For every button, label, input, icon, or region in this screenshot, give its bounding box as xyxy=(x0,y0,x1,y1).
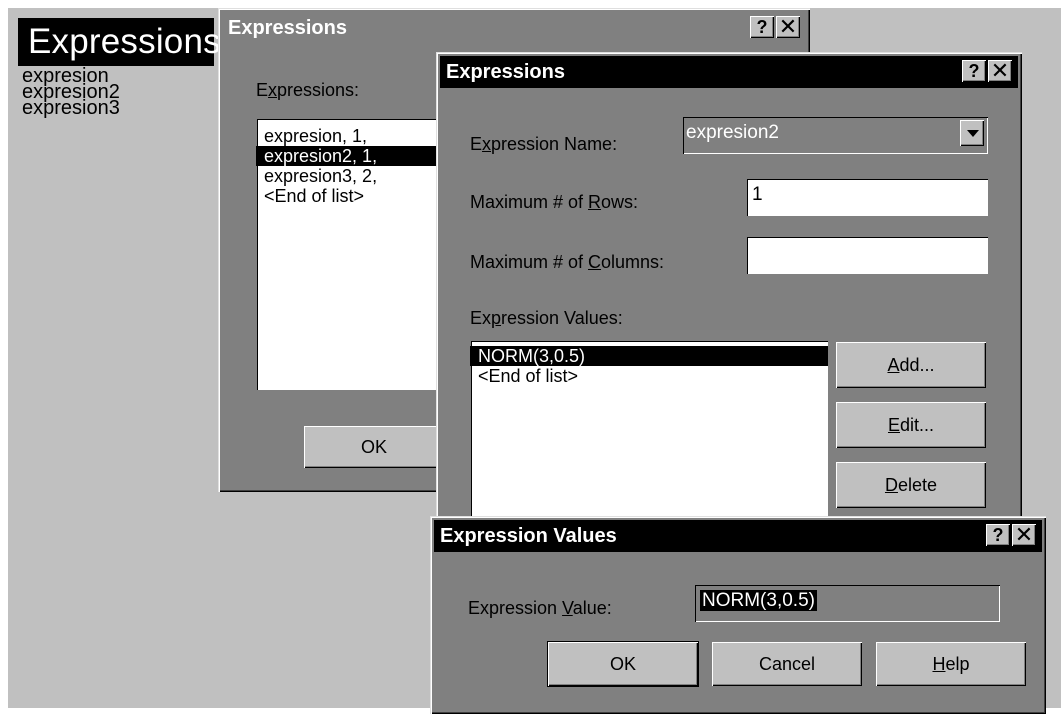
expression-values-dialog: Expression Values ? ✕ Expression Value: … xyxy=(430,516,1046,714)
dialog-title: Expressions xyxy=(228,17,347,39)
list-item[interactable]: expresion3, 2, xyxy=(256,166,446,186)
expression-value-label: Expression Value: xyxy=(468,598,612,618)
close-icon[interactable]: ✕ xyxy=(988,60,1012,82)
expression-name-label: Expression Name: xyxy=(470,134,618,154)
help-icon[interactable]: ? xyxy=(986,524,1010,546)
module-list: expresion expresion2 expresion3 xyxy=(22,66,120,118)
help-button[interactable]: Help xyxy=(876,642,1026,686)
dialog-titlebar[interactable]: Expressions ? ✕ xyxy=(222,12,806,44)
help-icon[interactable]: ? xyxy=(962,60,986,82)
chevron-down-icon[interactable] xyxy=(960,120,984,146)
expressions-listbox[interactable]: expresion, 1, expresion2, 1, expresion3,… xyxy=(256,118,446,390)
max-rows-input[interactable]: 1 xyxy=(746,178,988,216)
expression-values-label: Expression Values: xyxy=(470,308,623,328)
add-button[interactable]: Add... xyxy=(836,342,986,388)
cancel-button[interactable]: Cancel xyxy=(712,642,862,686)
dialog-titlebar[interactable]: Expressions ? ✕ xyxy=(440,56,1018,88)
max-columns-label: Maximum # of Columns: xyxy=(470,252,665,272)
dialog-title: Expressions xyxy=(446,61,565,83)
list-item-end[interactable]: <End of list> xyxy=(256,186,446,206)
module-list-item[interactable]: expresion3 xyxy=(22,98,120,118)
expression-value-text: NORM(3,0.5) xyxy=(700,590,817,611)
edit-button[interactable]: Edit... xyxy=(836,402,986,448)
close-icon[interactable]: ✕ xyxy=(1012,524,1036,546)
delete-button[interactable]: Delete xyxy=(836,462,986,508)
list-item-end[interactable]: <End of list> xyxy=(470,366,828,386)
dialog-titlebar[interactable]: Expression Values ? ✕ xyxy=(434,520,1042,552)
expression-name-combo[interactable]: expresion2 xyxy=(682,116,988,154)
expression-edit-dialog: Expressions ? ✕ Expression Name: expresi… xyxy=(436,52,1022,552)
list-item-selected[interactable]: NORM(3,0.5) xyxy=(470,346,828,366)
close-icon[interactable]: ✕ xyxy=(776,16,800,38)
expression-values-listbox[interactable]: NORM(3,0.5) <End of list> xyxy=(470,340,828,540)
list-item[interactable]: expresion, 1, xyxy=(256,126,446,146)
list-item-selected[interactable]: expresion2, 1, xyxy=(256,146,446,166)
expressions-list-label: Expressions: xyxy=(256,80,360,100)
dialog-title: Expression Values xyxy=(440,525,617,547)
max-columns-input[interactable] xyxy=(746,236,988,274)
ok-button[interactable]: OK xyxy=(548,642,698,686)
help-icon[interactable]: ? xyxy=(750,16,774,38)
expression-value-input[interactable]: NORM(3,0.5) xyxy=(694,584,1000,622)
expression-name-value: expresion2 xyxy=(686,122,779,143)
module-title: Expressions xyxy=(18,18,221,66)
ok-button[interactable]: OK xyxy=(304,426,444,468)
max-rows-label: Maximum # of Rows: xyxy=(470,192,639,212)
